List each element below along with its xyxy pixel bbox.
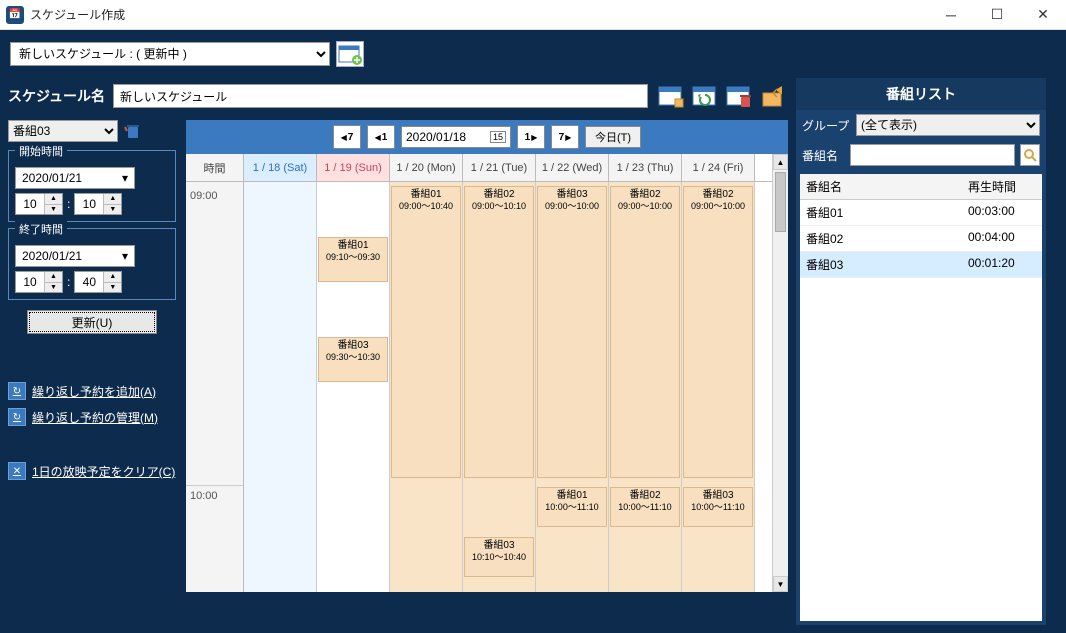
end-hour-spinner[interactable]: ▲▼ [15, 271, 63, 293]
maximize-button[interactable]: ☐ [974, 0, 1020, 30]
day-header-1: 1 / 19 (Sun) [317, 154, 390, 181]
titlebar: 📅 スケジュール作成 ─ ☐ ✕ [0, 0, 1066, 30]
schedule-name-row: スケジュール名 [8, 78, 788, 114]
start-date-input[interactable]: 2020/01/21▾ [15, 167, 135, 189]
search-button[interactable] [1020, 144, 1040, 166]
calendar-small-icon: 15 [490, 131, 506, 143]
calendar-refresh-button[interactable] [690, 82, 720, 110]
time-label-0: 09:00 [186, 186, 243, 486]
calendar-event[interactable]: 番組0309:30～10:30 [318, 337, 388, 382]
calendar-event[interactable]: 番組0109:10～09:30 [318, 237, 388, 282]
window-title: スケジュール作成 [30, 6, 928, 23]
scroll-thumb[interactable] [775, 172, 786, 232]
nav-minus-1[interactable]: 1 [367, 125, 395, 149]
day-header-0: 1 / 18 (Sat) [244, 154, 317, 181]
calendar-scrollbar[interactable]: ▲ ▼ [772, 154, 788, 592]
col-duration: 再生時間 [962, 174, 1042, 199]
update-button[interactable]: 更新(U) [27, 310, 157, 334]
day-col-3[interactable]: 番組0209:00～10:10 番組0310:10～10:40 [463, 182, 536, 592]
nav-plus-7[interactable]: 7 [551, 125, 579, 149]
calendar-header: 時間 1 / 18 (Sat) 1 / 19 (Sun) 1 / 20 (Mon… [186, 154, 772, 182]
calendar-nav: 7 1 2020/01/1815 1 7 今日(T) [186, 120, 788, 154]
day-col-5[interactable]: 番組0209:00～10:00 番組0210:00～11:10 [609, 182, 682, 592]
end-date-input[interactable]: 2020/01/21▾ [15, 245, 135, 267]
day-header-6: 1 / 24 (Fri) [682, 154, 755, 181]
time-label-1: 10:00 [186, 486, 243, 592]
calendar-event[interactable]: 番組0109:00～10:40 [391, 186, 461, 478]
program-list-panel: 番組リスト グループ (全て表示) 番組名 番組名 再生時間 番組0100:03… [796, 78, 1046, 625]
time-header: 時間 [186, 154, 244, 181]
minimize-button[interactable]: ─ [928, 0, 974, 30]
day-col-2[interactable]: 番組0109:00～10:40 [390, 182, 463, 592]
day-col-1[interactable]: 番組0109:10～09:30 番組0309:30～10:30 [317, 182, 390, 592]
app-icon: 📅 [6, 6, 24, 24]
program-combo: 番組03 [8, 120, 176, 142]
end-min-spinner[interactable]: ▲▼ [74, 271, 122, 293]
nav-minus-7[interactable]: 7 [333, 125, 361, 149]
schedule-dropdown[interactable]: 新しいスケジュール : ( 更新中 ) [10, 42, 330, 66]
program-table: 番組名 再生時間 番組0100:03:00番組0200:04:00番組0300:… [800, 174, 1042, 621]
calendar-upload-button[interactable] [758, 82, 788, 110]
program-row[interactable]: 番組0300:01:20 [800, 252, 1042, 278]
program-row[interactable]: 番組0100:03:00 [800, 200, 1042, 226]
calendar-event[interactable]: 番組0310:10～10:40 [464, 537, 534, 577]
add-repeat-link[interactable]: ↻ 繰り返し予約を追加(A) [8, 382, 176, 400]
schedule-name-label: スケジュール名 [8, 86, 105, 106]
top-strip: 新しいスケジュール : ( 更新中 ) [0, 30, 1066, 78]
repeat-gear-icon: ↻ [8, 408, 26, 426]
search-icon [1023, 148, 1037, 162]
day-header-3: 1 / 21 (Tue) [463, 154, 536, 181]
end-time-fieldset: 終了時間 2020/01/21▾ ▲▼ : ▲▼ [8, 228, 176, 300]
manage-repeat-link[interactable]: ↻ 繰り返し予約の管理(M) [8, 408, 176, 426]
add-schedule-button[interactable] [336, 41, 364, 67]
nav-date[interactable]: 2020/01/1815 [401, 126, 511, 148]
calendar-event[interactable]: 番組0210:00～11:10 [610, 487, 680, 527]
start-min-spinner[interactable]: ▲▼ [74, 193, 122, 215]
program-row[interactable]: 番組0200:04:00 [800, 226, 1042, 252]
start-hour-spinner[interactable]: ▲▼ [15, 193, 63, 215]
calendar-event[interactable]: 番組0209:00～10:00 [683, 186, 753, 478]
scroll-up[interactable]: ▲ [773, 154, 788, 170]
program-select[interactable]: 番組03 [8, 120, 118, 142]
day-header-4: 1 / 22 (Wed) [536, 154, 609, 181]
calendar-delete-button[interactable] [724, 82, 754, 110]
nav-plus-1[interactable]: 1 [517, 125, 545, 149]
today-button[interactable]: 今日(T) [585, 126, 641, 148]
calendar-event[interactable]: 番組0209:00～10:10 [464, 186, 534, 478]
group-select[interactable]: (全て表示) [856, 114, 1040, 136]
close-button[interactable]: ✕ [1020, 0, 1066, 30]
program-search-input[interactable] [850, 144, 1015, 166]
scroll-down[interactable]: ▼ [773, 576, 788, 592]
calendar-event[interactable]: 番組0209:00～10:00 [610, 186, 680, 478]
day-col-0[interactable] [244, 182, 317, 592]
clear-day-link[interactable]: ✕ 1日の放映予定をクリア(C) [8, 462, 176, 480]
clear-x-icon: ✕ [8, 462, 26, 480]
schedule-name-input[interactable] [113, 84, 648, 108]
day-col-6[interactable]: 番組0209:00～10:00 番組0310:00～11:10 [682, 182, 755, 592]
day-col-4[interactable]: 番組0309:00～10:00 番組0110:00～11:10 [536, 182, 609, 592]
col-name: 番組名 [800, 174, 962, 199]
calendar-event[interactable]: 番組0309:00～10:00 [537, 186, 607, 478]
day-header-2: 1 / 20 (Mon) [390, 154, 463, 181]
repeat-plus-icon: ↻ [8, 382, 26, 400]
calendar-tool-button-1[interactable] [656, 82, 686, 110]
program-delete-button[interactable] [122, 120, 144, 142]
calendar-event[interactable]: 番組0110:00～11:10 [537, 487, 607, 527]
calendar-plus-icon [338, 43, 362, 65]
program-list-title: 番組リスト [796, 78, 1046, 110]
calendar-event[interactable]: 番組0310:00～11:10 [683, 487, 753, 527]
program-name-label: 番組名 [802, 147, 844, 164]
day-header-5: 1 / 23 (Thu) [609, 154, 682, 181]
start-time-fieldset: 開始時間 2020/01/21▾ ▲▼ : ▲▼ [8, 150, 176, 222]
group-label: グループ [802, 117, 850, 134]
